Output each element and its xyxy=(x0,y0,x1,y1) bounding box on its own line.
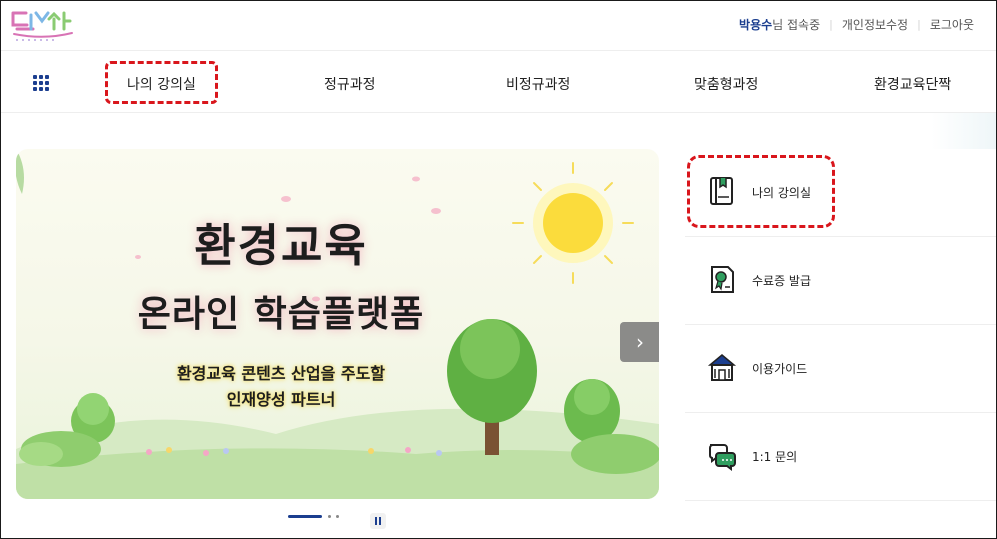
book-icon xyxy=(710,177,733,205)
quick-menu-certificate[interactable]: 수료증 발급 xyxy=(685,237,996,325)
banner-tagline: 환경교육 콘텐츠 산업을 주도할 인재양성 파트너 xyxy=(126,361,436,413)
page-indicator[interactable] xyxy=(328,515,331,518)
quick-menu-label: 1:1 문의 xyxy=(752,450,798,464)
user-links: 박용수 님 접속중 | 개인정보수정 | 로그아웃 xyxy=(739,16,974,33)
edit-profile-link[interactable]: 개인정보수정 xyxy=(842,16,908,33)
user-name: 박용수 xyxy=(739,18,773,32)
page-indicator-active[interactable] xyxy=(288,515,322,518)
pause-button[interactable] xyxy=(370,513,386,529)
certificate-icon xyxy=(711,266,734,293)
nav-regular-course[interactable]: 정규과정 xyxy=(324,74,376,94)
banner-title: 환경교육 xyxy=(194,219,368,272)
banner-tagline-line: 환경교육 콘텐츠 산업을 주도할 xyxy=(176,364,386,383)
chevron-right-icon: › xyxy=(636,330,644,354)
quick-menu: 나의 강의실 수료증 발급 이용가이드 1:1 문의 xyxy=(685,149,996,501)
page-frame: 박용수 님 접속중 | 개인정보수정 | 로그아웃 나의 강의실 정규과정 비정… xyxy=(0,0,997,539)
separator: | xyxy=(829,18,833,31)
separator: | xyxy=(917,18,921,31)
nav-my-classroom[interactable]: 나의 강의실 xyxy=(127,74,196,94)
nav-env-partner[interactable]: 환경교육단짝 xyxy=(874,74,951,94)
banner-subtitle: 온라인 학습플랫폼 xyxy=(137,294,425,335)
banner-pagination xyxy=(288,515,344,518)
quick-menu-label: 이용가이드 xyxy=(752,362,808,376)
main-nav: 나의 강의실 정규과정 비정규과정 맞춤형과정 환경교육단짝 xyxy=(1,51,996,113)
nav-custom-course[interactable]: 맞춤형과정 xyxy=(694,74,758,94)
banner-next-button[interactable]: › xyxy=(620,322,659,362)
logo-icon xyxy=(11,11,73,41)
page-indicator[interactable] xyxy=(336,515,339,518)
chat-icon xyxy=(709,444,736,471)
site-logo[interactable] xyxy=(9,7,77,43)
pause-icon xyxy=(375,517,377,525)
banner-tagline-line: 인재양성 파트너 xyxy=(226,390,336,409)
building-icon xyxy=(707,354,737,381)
top-bar: 박용수 님 접속중 | 개인정보수정 | 로그아웃 xyxy=(1,1,996,51)
decorative-background xyxy=(931,113,996,149)
quick-menu-label: 나의 강의실 xyxy=(752,186,812,200)
main-banner[interactable]: 환경교육 온라인 학습플랫폼 환경교육 콘텐츠 산업을 주도할 인재양성 파트너… xyxy=(16,149,659,499)
nav-irregular-course[interactable]: 비정규과정 xyxy=(506,74,570,94)
quick-menu-inquiry[interactable]: 1:1 문의 xyxy=(685,413,996,501)
all-menu-icon[interactable] xyxy=(33,75,49,91)
quick-menu-my-classroom[interactable]: 나의 강의실 xyxy=(685,149,996,237)
quick-menu-label: 수료증 발급 xyxy=(752,274,812,288)
logout-link[interactable]: 로그아웃 xyxy=(930,16,974,33)
user-status: 님 접속중 xyxy=(772,18,821,32)
quick-menu-guide[interactable]: 이용가이드 xyxy=(685,325,996,413)
